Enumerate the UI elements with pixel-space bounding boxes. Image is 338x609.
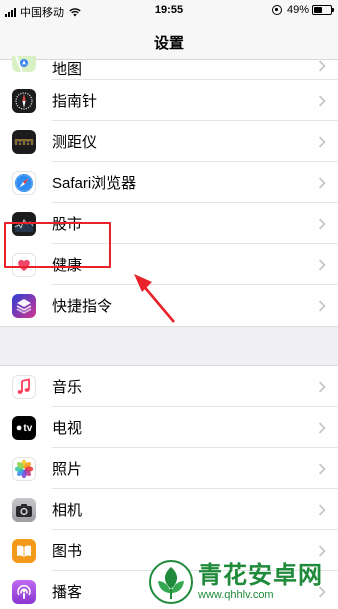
settings-item-label: 指南针 (52, 93, 98, 110)
settings-list[interactable]: 地图 指南针 测距仪 Safari浏览器 股市 健康 快捷指令 音乐 ● tv … (0, 56, 338, 609)
battery-percent: 49% (286, 4, 309, 16)
settings-item-label: 电视 (52, 420, 83, 437)
settings-item-label: Safari浏览器 (52, 175, 137, 192)
chevron-right-icon (318, 544, 326, 557)
watermark: 青花安卓网 www.qhhlv.com (148, 557, 336, 607)
podcasts-icon (12, 580, 36, 604)
chevron-right-icon (318, 258, 326, 271)
chevron-right-icon (318, 421, 326, 434)
maps-icon (12, 56, 36, 72)
tv-icon-text: tv (23, 422, 33, 434)
section-gap (0, 326, 338, 366)
settings-item-label: 相机 (52, 502, 83, 519)
chevron-right-icon (318, 462, 326, 475)
chevron-right-icon (318, 380, 326, 393)
settings-item-tv[interactable]: ● tv 电视 (0, 407, 338, 448)
watermark-text: 青花安卓网 www.qhhlv.com (198, 562, 323, 602)
settings-item-measure[interactable]: 测距仪 (0, 121, 338, 162)
settings-item-photos[interactable]: 照片 (0, 448, 338, 489)
watermark-logo-icon (149, 560, 193, 604)
settings-item-label: 照片 (52, 461, 83, 478)
books-icon (12, 539, 36, 563)
photos-icon (12, 457, 36, 481)
settings-item-music[interactable]: 音乐 (0, 366, 338, 407)
rotation-lock-icon (271, 5, 282, 15)
chevron-right-icon (318, 135, 326, 148)
chevron-right-icon (318, 503, 326, 516)
watermark-url: www.qhhlv.com (198, 589, 274, 601)
settings-item-compass[interactable]: 指南针 (0, 80, 338, 121)
chevron-right-icon (318, 176, 326, 189)
chevron-right-icon (318, 94, 326, 107)
settings-item-label: 测距仪 (52, 134, 98, 151)
settings-item-label: 音乐 (52, 379, 83, 396)
status-bar: 中国移动 19:55 49% (0, 0, 338, 22)
settings-item-safari[interactable]: Safari浏览器 (0, 162, 338, 203)
settings-item-label: 地图 (52, 61, 83, 78)
health-highlight-box (4, 222, 111, 268)
music-icon (12, 375, 36, 399)
settings-item-label: 图书 (52, 543, 83, 560)
status-right: 49% (271, 4, 334, 16)
shortcuts-icon (12, 294, 36, 318)
settings-item-label: 快捷指令 (52, 298, 113, 315)
settings-item-camera[interactable]: 相机 (0, 489, 338, 530)
watermark-name: 青花安卓网 (198, 562, 323, 589)
tv-icon: ● tv (12, 416, 36, 440)
nav-bar: 设置 (0, 22, 338, 60)
settings-item-maps[interactable]: 地图 (0, 56, 338, 80)
page-title: 设置 (153, 35, 184, 52)
chevron-right-icon (318, 299, 326, 312)
annotation-arrow (134, 274, 175, 323)
chevron-right-icon (318, 60, 326, 72)
battery-icon (312, 5, 334, 15)
chevron-right-icon (318, 217, 326, 230)
safari-icon (12, 171, 36, 195)
settings-item-label: 播客 (52, 584, 83, 601)
compass-icon (12, 89, 36, 113)
measure-icon (12, 130, 36, 154)
camera-icon (12, 498, 36, 522)
